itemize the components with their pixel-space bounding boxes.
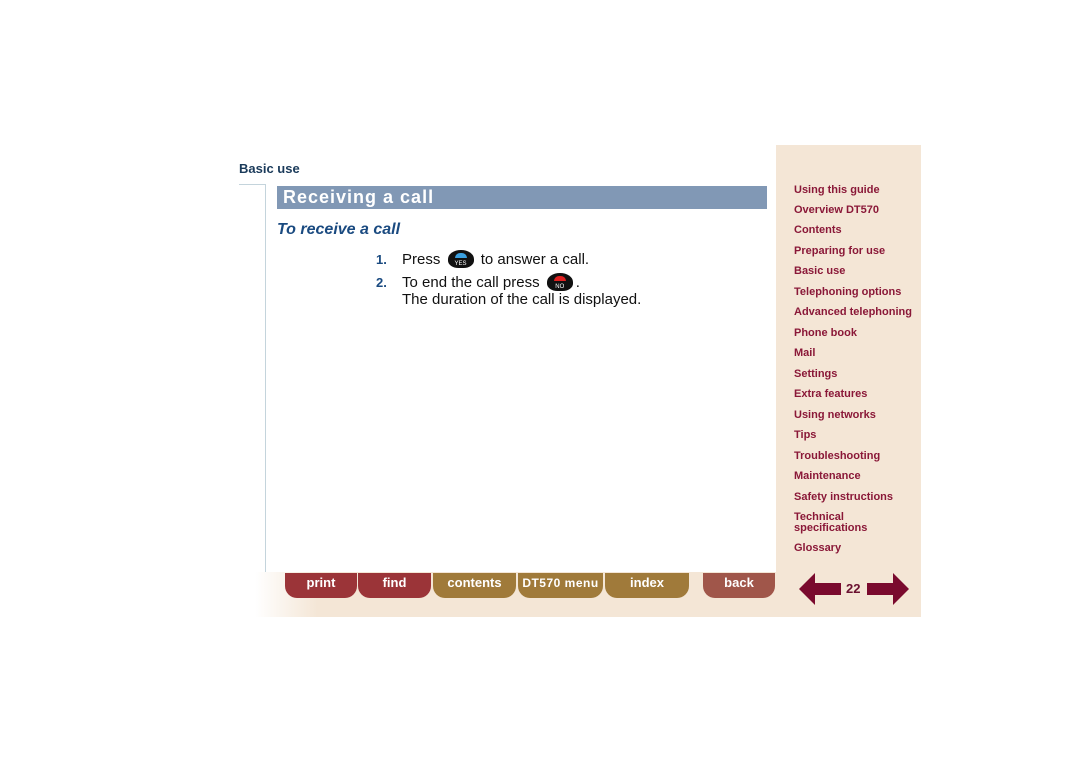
sidebar-link-tips[interactable]: Tips xyxy=(794,430,816,441)
sidebar-nav: Using this guide Overview DT570 Contents Pr… xyxy=(776,145,921,617)
print-button[interactable]: print xyxy=(285,573,357,598)
dt570-menu-button[interactable]: DT570 menu xyxy=(518,573,603,598)
sidebar-link-contents[interactable]: Contents xyxy=(794,225,842,236)
contents-button[interactable]: contents xyxy=(433,573,516,598)
sidebar-link-basic-use[interactable]: Basic use xyxy=(794,266,845,277)
next-page-arrow-icon[interactable] xyxy=(867,573,911,605)
no-key-icon: NO xyxy=(546,273,573,291)
sidebar-link-maintenance[interactable]: Maintenance xyxy=(794,471,861,482)
sidebar-link-safety-instructions[interactable]: Safety instructions xyxy=(794,492,893,503)
back-button[interactable]: back xyxy=(703,573,775,598)
previous-page-arrow-icon[interactable] xyxy=(799,573,843,605)
sidebar-link-preparing-for-use[interactable]: Preparing for use xyxy=(794,246,885,257)
sidebar-link-glossary[interactable]: Glossary xyxy=(794,543,841,554)
sidebar-link-using-this-guide[interactable]: Using this guide xyxy=(794,185,880,196)
sidebar-link-overview-dt570[interactable]: Overview DT570 xyxy=(794,205,879,216)
yes-key-icon: YES xyxy=(447,250,474,268)
index-button[interactable]: index xyxy=(605,573,689,598)
sidebar-link-phone-book[interactable]: Phone book xyxy=(794,328,857,339)
sidebar-link-settings[interactable]: Settings xyxy=(794,369,837,380)
sidebar-link-mail[interactable]: Mail xyxy=(794,348,815,359)
find-button[interactable]: find xyxy=(358,573,431,598)
sidebar-link-using-networks[interactable]: Using networks xyxy=(794,410,876,421)
section-label: Basic use xyxy=(239,161,300,176)
divider xyxy=(265,184,266,572)
sidebar-link-telephoning-options[interactable]: Telephoning options xyxy=(794,287,901,298)
sidebar-link-advanced-telephoning[interactable]: Advanced telephoning xyxy=(794,307,912,318)
subtitle: To receive a call xyxy=(277,221,401,238)
sidebar-link-extra-features[interactable]: Extra features xyxy=(794,389,867,400)
page-number: 22 xyxy=(846,581,861,596)
sidebar-link-technical-specifications[interactable]: Technical specifications xyxy=(794,512,884,534)
divider xyxy=(239,184,266,185)
sidebar-link-troubleshooting[interactable]: Troubleshooting xyxy=(794,451,880,462)
page-title: Receiving a call xyxy=(277,186,767,209)
